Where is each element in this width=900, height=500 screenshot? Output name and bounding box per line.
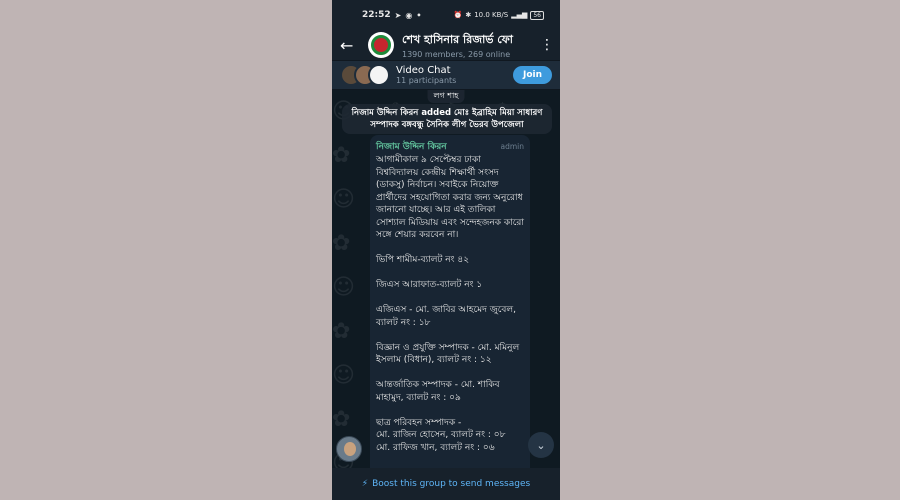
messenger-notification-icon: ◉ bbox=[405, 10, 413, 20]
message-sender[interactable]: নিজাম উদ্দিন কিরন bbox=[376, 139, 447, 154]
status-time: 22:52 bbox=[362, 10, 391, 20]
signal-icon: ▂▄▆ bbox=[511, 11, 528, 19]
more-notifications-icon: • bbox=[416, 10, 422, 20]
chat-header: ← শেখ হাসিনার রিজার্ভ ফো 1390 members, 2… bbox=[332, 30, 560, 60]
avatar bbox=[368, 64, 390, 86]
back-arrow-icon[interactable]: ← bbox=[340, 36, 362, 55]
lightning-icon: ⚡ bbox=[361, 479, 369, 489]
video-chat-title: Video Chat bbox=[396, 65, 451, 76]
group-title: শেখ হাসিনার রিজার্ভ ফো bbox=[402, 33, 513, 46]
status-bar: 22:52 ➤ ◉ • ⏰ ✱ 10.0 KB/S ▂▄▆ 56 bbox=[332, 0, 560, 30]
message-bubble[interactable]: নিজাম উদ্দিন কিরন admin আগামীকাল ৯ সেপ্ট… bbox=[370, 135, 530, 468]
sender-avatar[interactable] bbox=[336, 436, 362, 462]
boost-bar[interactable]: ⚡ Boost this group to send messages bbox=[332, 468, 560, 500]
bluetooth-icon: ✱ bbox=[465, 11, 472, 19]
service-message-partial: লগ শাহ bbox=[427, 90, 465, 103]
battery-indicator: 56 bbox=[530, 10, 544, 20]
boost-label: Boost this group to send messages bbox=[372, 479, 531, 489]
phone-screen: 22:52 ➤ ◉ • ⏰ ✱ 10.0 KB/S ▂▄▆ 56 ← শেখ হ… bbox=[332, 0, 560, 500]
service-message: নিজাম উদ্দিন কিরন added মোঃ ইব্রাহিম মিয… bbox=[342, 104, 552, 134]
sender-role-badge: admin bbox=[500, 142, 525, 151]
message-text: আগামীকাল ৯ সেপ্টেম্বর ঢাকা বিশ্ববিদ্যালয… bbox=[376, 155, 524, 453]
more-menu-icon[interactable]: ⋮ bbox=[540, 37, 554, 53]
group-logo-icon bbox=[371, 35, 391, 55]
participant-avatars bbox=[340, 64, 396, 86]
group-info[interactable]: শেখ হাসিনার রিজার্ভ ফো 1390 members, 269… bbox=[402, 31, 540, 59]
join-button[interactable]: Join bbox=[512, 66, 552, 84]
alarm-icon: ⏰ bbox=[453, 11, 463, 19]
chat-area[interactable]: ☺ ✎ ♪ ☂ ✿ ☕ ✈ ♥ ☺ ✎ ♪ ☂ ✿ ☕ ✈ ♥ ☺ ✎ ♪ ☂ … bbox=[332, 90, 560, 468]
video-chat-bar[interactable]: Video Chat 11 participants Join bbox=[332, 60, 560, 90]
group-avatar[interactable] bbox=[368, 32, 394, 58]
telegram-notification-icon: ➤ bbox=[394, 10, 402, 20]
scroll-down-icon[interactable]: ⌄ bbox=[528, 432, 554, 458]
group-member-count: 1390 members, 269 online bbox=[402, 50, 511, 59]
video-chat-participants: 11 participants bbox=[396, 76, 457, 85]
net-speed: 10.0 KB/S bbox=[474, 11, 509, 19]
